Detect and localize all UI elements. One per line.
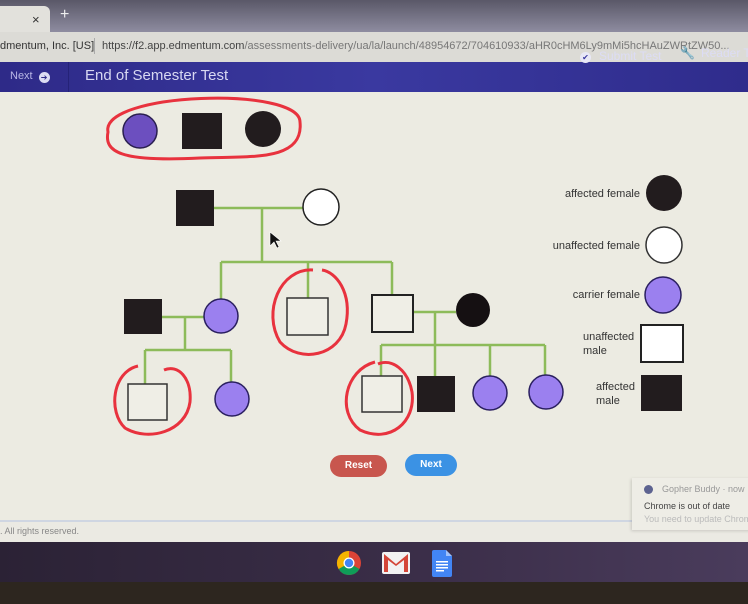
legend-carrier-female-symbol (644, 276, 682, 314)
gopher-buddy-icon (644, 485, 653, 494)
submit-test-button[interactable]: ✔ Submit Test (580, 49, 661, 63)
reader-tools-label: Reader To (700, 46, 748, 60)
mouse-cursor-icon (269, 231, 282, 249)
legend-affected-male-symbol (641, 375, 682, 411)
g2-unaffected-male-2[interactable] (371, 294, 414, 333)
legend-label-carrier-female: carrier female (572, 289, 640, 301)
screen: × + dmentum, Inc. [US] https://f2.app.ed… (0, 0, 748, 604)
legend-unaffected-female-symbol (645, 226, 683, 264)
g2-carrier-female[interactable] (203, 298, 239, 334)
legend-label-unaffected-female: unaffected female (552, 240, 640, 252)
next-label: Next (10, 70, 33, 82)
next-button[interactable]: Next (405, 454, 457, 476)
arrow-right-icon: ➔ (38, 72, 50, 83)
g3-carrier-female-b[interactable] (472, 375, 508, 411)
reader-tools-button[interactable]: 🔧 Reader To (680, 46, 748, 60)
legend-label-affected-female: affected female (564, 188, 640, 200)
page-title: End of Semester Test (85, 67, 229, 84)
app-header: Next ➔ End of Semester Test (0, 62, 748, 92)
notification-toast[interactable]: Gopher Buddy · now Chrome is out of date… (632, 478, 748, 530)
notification-title: Chrome is out of date (644, 501, 731, 511)
g3-affected-male-c[interactable] (417, 376, 455, 412)
g3-carrier-female-c[interactable] (528, 374, 564, 410)
legend-affected-female-symbol (646, 175, 682, 211)
answer-affected-male[interactable] (182, 113, 222, 149)
answer-affected-female[interactable] (245, 111, 281, 147)
g3-carrier-female-a[interactable] (214, 381, 250, 417)
os-shelf (0, 542, 748, 582)
next-question-link[interactable]: Next ➔ (10, 70, 50, 83)
answer-carrier-female[interactable] (122, 113, 158, 149)
copyright-text: . All rights reserved. (0, 526, 80, 536)
question-area: affected female unaffected female carrie… (0, 92, 748, 520)
url-separator (94, 38, 95, 54)
notification-body: You need to update Chrome (644, 514, 748, 524)
g3-unaffected-male-b[interactable] (361, 375, 403, 413)
new-tab-button[interactable]: + (60, 6, 69, 24)
reset-button[interactable]: Reset (330, 455, 387, 477)
g3-unaffected-male-a[interactable] (127, 383, 168, 421)
answer-choices[interactable] (122, 111, 281, 149)
submit-test-label: Submit Test (599, 49, 662, 63)
gmail-icon[interactable] (382, 552, 410, 574)
close-tab-icon[interactable]: × (32, 12, 40, 27)
notification-app: Gopher Buddy · now (662, 484, 745, 494)
url-host: https://f2.app.edmentum.com (102, 40, 245, 52)
g2-unaffected-male-1[interactable] (286, 297, 329, 336)
chrome-icon[interactable] (336, 550, 362, 576)
g1-mother-unaffected-female[interactable] (302, 188, 340, 226)
site-identity[interactable]: dmentum, Inc. [US] (0, 40, 94, 52)
check-circle-icon: ✔ (580, 52, 591, 63)
g2-affected-female[interactable] (456, 293, 490, 327)
g2-affected-male[interactable] (124, 299, 162, 334)
legend-label-unaffected-male: unaffected male (583, 331, 635, 357)
tab-strip: × + (0, 0, 748, 32)
browser-tab[interactable]: × (0, 6, 50, 32)
google-docs-icon[interactable] (432, 550, 452, 577)
legend-label-affected-male: affected male (596, 381, 635, 407)
laptop-bezel (0, 582, 748, 604)
header-divider (68, 62, 69, 92)
wrench-icon: 🔧 (680, 46, 695, 60)
legend-unaffected-male-symbol (640, 324, 684, 363)
g1-father-affected-male[interactable] (176, 190, 214, 226)
